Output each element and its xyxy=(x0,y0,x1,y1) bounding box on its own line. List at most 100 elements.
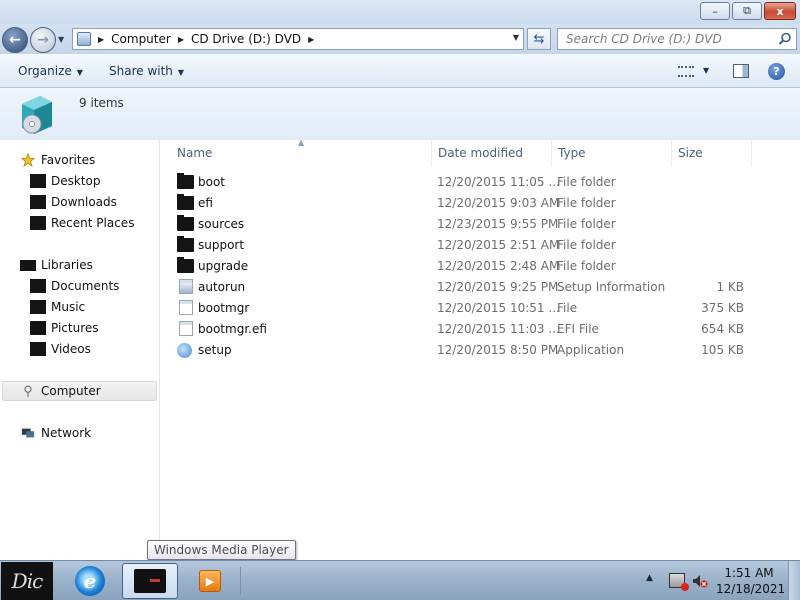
file-date: 12/23/2015 9:55 PM xyxy=(437,217,559,231)
address-dropdown-icon[interactable]: ▼ xyxy=(513,33,519,42)
taskbar-windows-explorer[interactable] xyxy=(122,563,178,599)
file-size: 654 KB xyxy=(701,322,744,336)
nav-music-label: Music xyxy=(51,300,86,314)
volume-muted-icon[interactable] xyxy=(692,573,708,589)
nav-recent-places[interactable]: Recent Places xyxy=(30,213,134,233)
breadcrumb-cd-drive[interactable]: CD Drive (D:) DVD xyxy=(191,32,301,46)
folder-icon xyxy=(177,215,194,231)
back-button[interactable]: ← xyxy=(2,27,28,53)
file-row[interactable]: bootmgr.efi 12/20/2015 11:03 ... EFI File 6… xyxy=(160,319,800,340)
close-button[interactable]: x xyxy=(764,2,796,20)
clock-time: 1:51 AM xyxy=(724,566,774,580)
column-header-type[interactable]: Type xyxy=(552,140,672,166)
nav-videos[interactable]: Videos xyxy=(30,339,91,359)
file-row[interactable]: sources 12/23/2015 9:55 PM File folder xyxy=(160,214,800,235)
nav-documents[interactable]: Documents xyxy=(30,276,119,296)
column-header-size-label: Size xyxy=(678,146,703,160)
address-bar[interactable]: ▶ Computer ▶ CD Drive (D:) DVD ▶ ▼ xyxy=(72,28,524,50)
nav-recent-places-label: Recent Places xyxy=(51,216,135,230)
file-type: File xyxy=(557,301,578,315)
file-date: 12/20/2015 2:51 AM xyxy=(437,238,560,252)
file-name: support xyxy=(198,238,245,252)
nav-documents-label: Documents xyxy=(51,279,120,293)
breadcrumb-chevron-icon[interactable]: ▶ xyxy=(308,35,314,44)
nav-desktop[interactable]: Desktop xyxy=(30,171,101,191)
file-row[interactable]: autorun 12/20/2015 9:25 PM Setup Informati… xyxy=(160,277,800,298)
file-type: EFI File xyxy=(557,322,599,336)
navigation-pane: Favorites Desktop Downloads Recent Place… xyxy=(0,140,160,560)
nav-pictures-label: Pictures xyxy=(51,321,99,335)
windows-media-player-icon: ▶ xyxy=(199,570,221,592)
share-with-button[interactable]: Share with ▼ xyxy=(109,64,184,78)
help-icon[interactable]: ? xyxy=(768,63,785,80)
file-row[interactable]: setup 12/20/2015 8:50 PM Application 105 KB xyxy=(160,340,800,361)
setup-app-icon xyxy=(177,343,192,358)
file-icon xyxy=(179,321,193,336)
search-input[interactable]: Search CD Drive (D:) DVD xyxy=(557,28,797,50)
taskbar-windows-media-player[interactable]: ▶ xyxy=(182,563,238,599)
nav-network-label: Network xyxy=(41,426,92,440)
file-row[interactable]: bootmgr 12/20/2015 10:51 ... File 375 KB xyxy=(160,298,800,319)
minimize-button[interactable]: – xyxy=(700,2,730,20)
refresh-button[interactable]: ⇆ xyxy=(527,28,551,50)
column-header-name[interactable]: Name xyxy=(171,140,432,166)
column-header-date-modified[interactable]: Date modified xyxy=(432,140,552,166)
nav-downloads[interactable]: Downloads xyxy=(30,192,117,212)
file-date: 12/20/2015 9:03 AM xyxy=(437,196,560,210)
recent-places-icon xyxy=(30,216,46,230)
file-type: File folder xyxy=(557,217,616,231)
internet-explorer-icon: e xyxy=(75,566,105,596)
start-button[interactable]: Dic xyxy=(1,562,53,600)
breadcrumb-computer[interactable]: Computer xyxy=(111,32,171,46)
file-row[interactable]: boot 12/20/2015 11:05 ... File folder xyxy=(160,172,800,193)
taskbar-separator xyxy=(240,567,241,595)
nav-computer[interactable]: Computer xyxy=(2,381,157,401)
maximize-button[interactable]: ⧉ xyxy=(732,2,762,20)
file-row[interactable]: upgrade 12/20/2015 2:48 AM File folder xyxy=(160,256,800,277)
show-hidden-icons-icon[interactable]: ▲ xyxy=(646,573,653,583)
file-type: File folder xyxy=(557,175,616,189)
nav-music[interactable]: Music xyxy=(30,297,85,317)
forward-button[interactable]: → xyxy=(30,27,56,53)
organize-button[interactable]: Organize ▼ xyxy=(18,64,83,78)
desktop-icon xyxy=(30,174,46,188)
file-date: 12/20/2015 10:51 ... xyxy=(437,301,560,315)
file-date: 12/20/2015 11:05 ... xyxy=(437,175,560,189)
search-icon[interactable] xyxy=(778,32,792,46)
system-clock[interactable]: 1:51 AM 12/18/2021 xyxy=(716,565,786,597)
file-size: 375 KB xyxy=(701,301,744,315)
title-bar: – ⧉ x xyxy=(0,0,800,24)
pictures-icon xyxy=(30,321,46,335)
nav-libraries-label: Libraries xyxy=(41,258,93,272)
file-name: sources xyxy=(198,217,245,231)
file-date: 12/20/2015 9:25 PM xyxy=(437,280,559,294)
folder-icon xyxy=(177,236,194,252)
breadcrumb-chevron-icon[interactable]: ▶ xyxy=(98,35,104,44)
recent-pages-chevron-icon[interactable]: ▼ xyxy=(58,35,64,44)
preview-pane-icon[interactable] xyxy=(733,64,749,78)
share-with-label: Share with xyxy=(109,64,173,78)
taskbar-internet-explorer[interactable]: e xyxy=(62,563,118,599)
column-header-type-label: Type xyxy=(558,146,586,160)
file-type: File folder xyxy=(557,196,616,210)
nav-pictures[interactable]: Pictures xyxy=(30,318,99,338)
clock-date: 12/18/2021 xyxy=(716,582,786,596)
show-desktop-button[interactable] xyxy=(788,561,800,600)
view-options-chevron-icon[interactable]: ▼ xyxy=(703,66,709,75)
file-type: Application xyxy=(557,343,625,357)
nav-network[interactable]: Network xyxy=(20,423,91,443)
file-name: boot xyxy=(198,175,226,189)
computer-icon xyxy=(77,32,91,46)
network-icon xyxy=(21,428,35,438)
column-header-size[interactable]: Size xyxy=(672,140,752,166)
change-view-icon[interactable] xyxy=(678,66,694,77)
network-status-icon[interactable] xyxy=(669,573,689,591)
nav-favorites[interactable]: Favorites xyxy=(20,150,95,170)
breadcrumb-chevron-icon[interactable]: ▶ xyxy=(178,35,184,44)
windows-explorer-icon xyxy=(134,569,166,593)
file-row[interactable]: support 12/20/2015 2:51 AM File folder xyxy=(160,235,800,256)
file-type: File folder xyxy=(557,238,616,252)
file-row[interactable]: efi 12/20/2015 9:03 AM File folder xyxy=(160,193,800,214)
nav-desktop-label: Desktop xyxy=(51,174,101,188)
nav-libraries[interactable]: Libraries xyxy=(20,255,93,275)
